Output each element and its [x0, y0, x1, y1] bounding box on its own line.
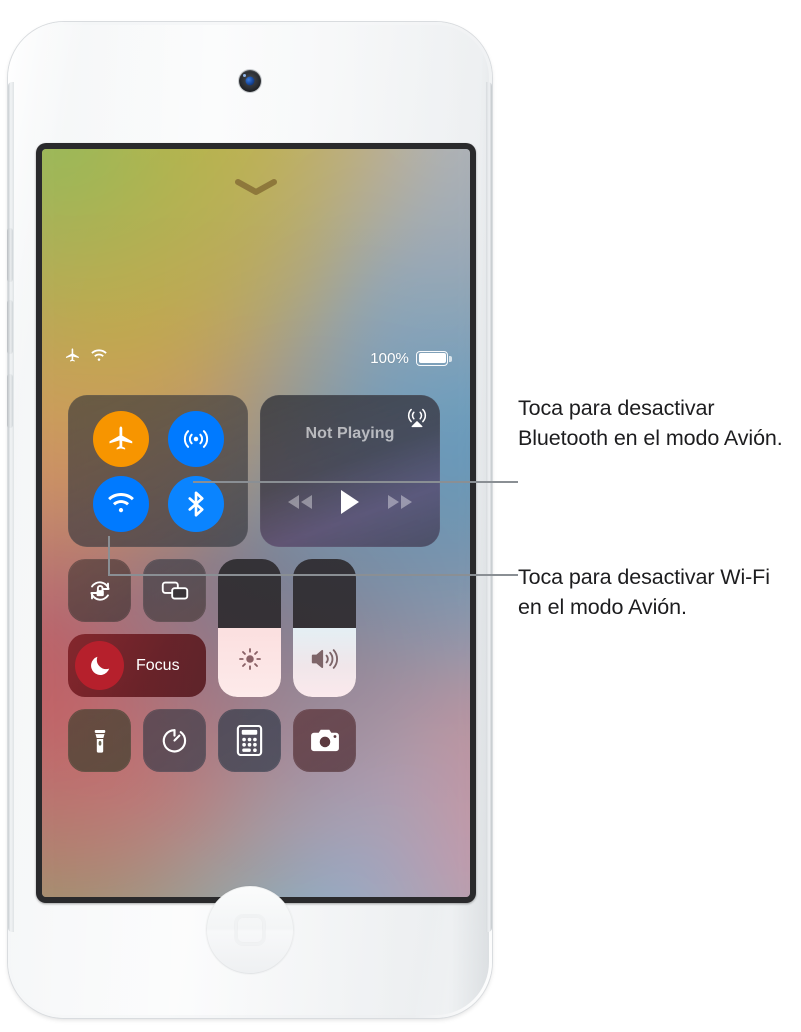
battery-full-icon: [416, 350, 452, 366]
connectivity-grid: [68, 395, 248, 547]
bluetooth-button[interactable]: [167, 475, 224, 532]
volume-slider[interactable]: [293, 559, 356, 697]
device-screen: 100% Not Playing Focus: [42, 149, 470, 897]
cc-row-2: Focus: [68, 559, 444, 697]
camera-button[interactable]: [293, 709, 356, 772]
device-left-rim: [8, 82, 14, 932]
airplane-mode-icon: [64, 347, 81, 369]
wifi-button[interactable]: [92, 475, 149, 532]
ipod-touch-device: 100% Not Playing Focus: [7, 22, 492, 1018]
media-controls: [260, 488, 440, 521]
device-right-rim: [486, 82, 492, 932]
connectivity-tile: [68, 395, 248, 547]
media-title: Not Playing: [305, 425, 395, 442]
rotation-lock-button[interactable]: [68, 559, 131, 622]
home-button-square: [235, 915, 265, 945]
brightness-icon: [218, 645, 281, 673]
camera-lens: [245, 76, 255, 86]
wifi-leader-line-horizontal: [108, 574, 518, 576]
battery-percent-label: 100%: [370, 349, 409, 367]
calculator-button[interactable]: [218, 709, 281, 772]
volume-icon: [293, 645, 356, 673]
wifi-icon: [90, 348, 108, 368]
moon-icon: [75, 641, 124, 690]
screen-bezel: 100% Not Playing Focus: [36, 143, 476, 903]
screen-mirroring-button[interactable]: [143, 559, 206, 622]
bluetooth-callout: Toca para desactivar Bluetooth en el mod…: [518, 396, 783, 451]
screenshot-root: 100% Not Playing Focus Toca para desacti…: [0, 0, 801, 1032]
airdrop-button[interactable]: [167, 410, 224, 467]
wifi-callout: Toca para desactivar Wi-Fi en el modo Av…: [518, 565, 770, 620]
fast-forward-icon[interactable]: [385, 493, 415, 516]
status-bar-right: 100%: [370, 349, 452, 367]
front-camera-icon: [239, 70, 261, 92]
status-bar: 100%: [42, 346, 470, 370]
wifi-leader-line-vertical: [108, 536, 110, 576]
cc-row-1: Not Playing: [68, 395, 444, 547]
cc-row-3: [68, 709, 444, 772]
home-button[interactable]: [206, 886, 294, 974]
side-button-top[interactable]: [7, 228, 13, 282]
focus-label: Focus: [136, 656, 180, 674]
rewind-icon[interactable]: [285, 493, 315, 516]
toggles-row: [68, 559, 206, 622]
media-playback-tile[interactable]: Not Playing: [260, 395, 440, 547]
play-icon[interactable]: [338, 488, 362, 521]
focus-button[interactable]: Focus: [68, 634, 206, 697]
status-bar-left: [64, 347, 108, 369]
toggles-column: Focus: [68, 559, 206, 697]
flashlight-button[interactable]: [68, 709, 131, 772]
camera-glint: [243, 74, 246, 77]
control-center-grabber[interactable]: [233, 177, 279, 197]
volume-up-button[interactable]: [7, 300, 13, 354]
control-center: Not Playing Focus: [68, 395, 444, 772]
timer-button[interactable]: [143, 709, 206, 772]
airplane-mode-button[interactable]: [92, 410, 149, 467]
brightness-slider[interactable]: [218, 559, 281, 697]
bluetooth-leader-line: [193, 481, 518, 483]
volume-down-button[interactable]: [7, 374, 13, 428]
